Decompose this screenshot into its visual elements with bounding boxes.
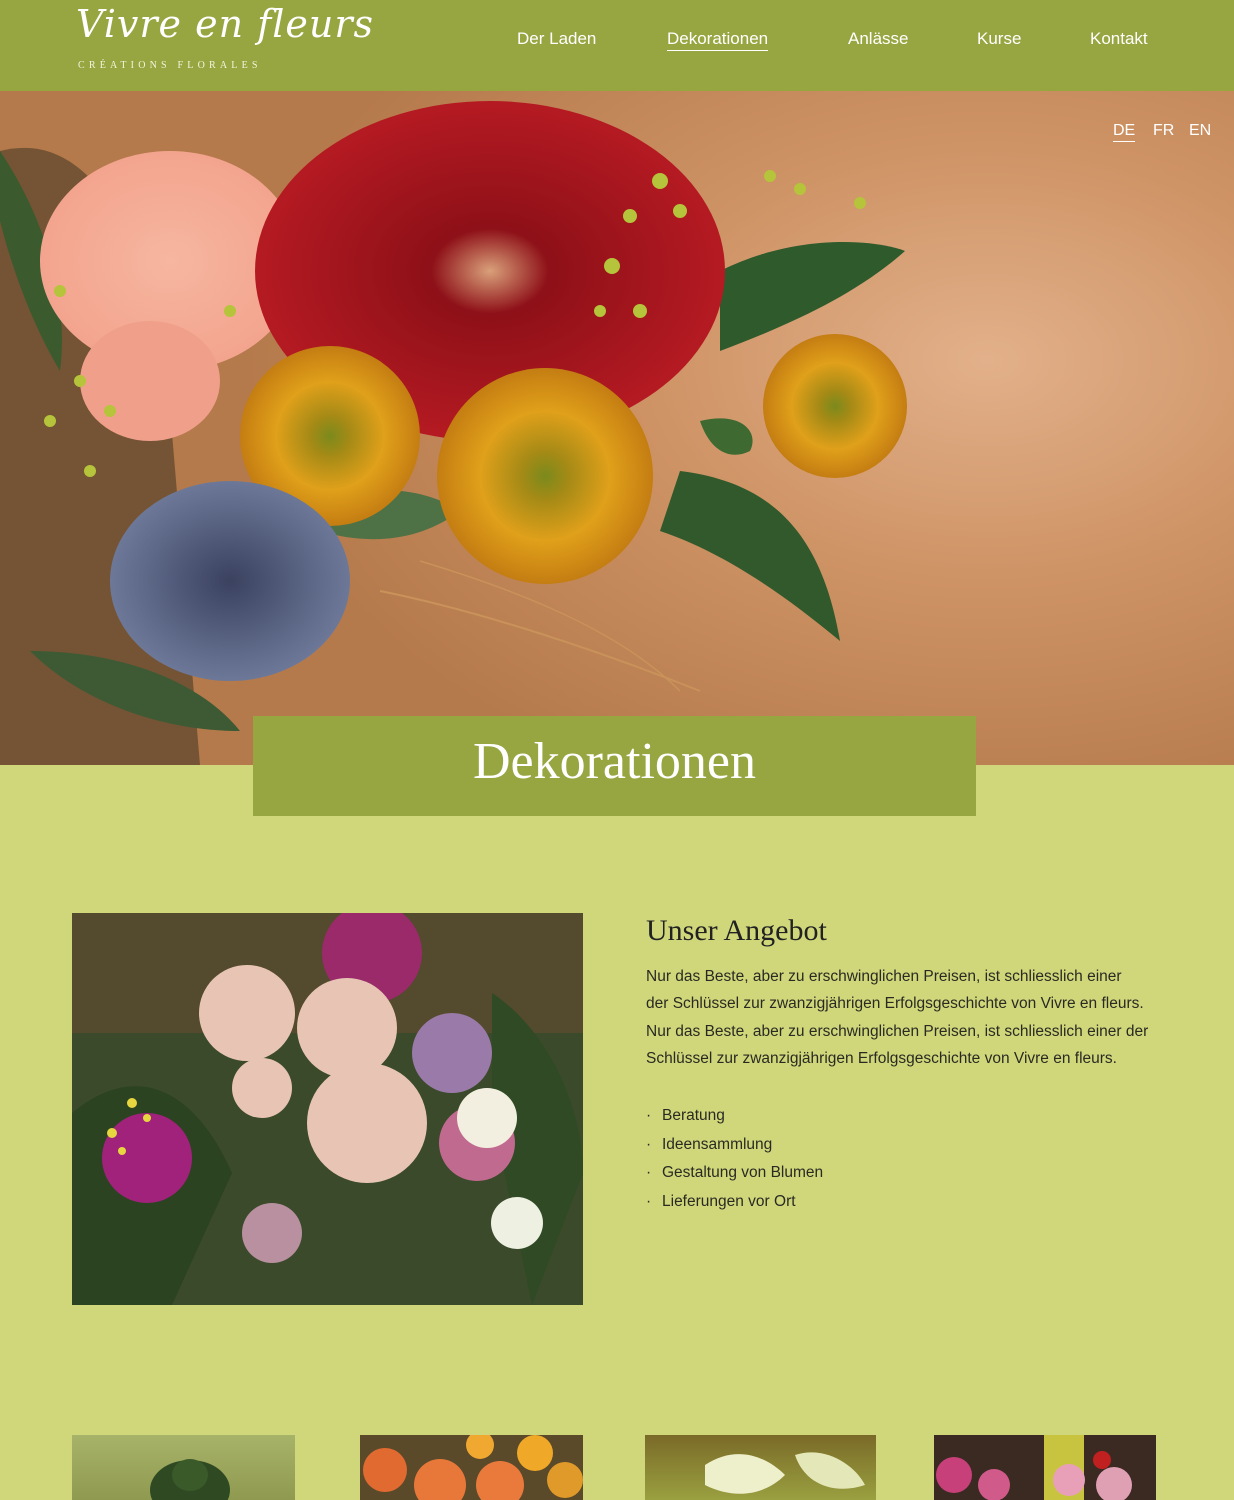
lang-de[interactable]: DE (1113, 122, 1136, 142)
offer-paragraph-line: der Schlüssel zur zwanzigjährigen Erfolg… (646, 995, 1144, 1013)
hero-image (0, 91, 1234, 765)
list-item: Gestaltung von Blumen (646, 1159, 823, 1188)
plant-illustration (150, 1459, 230, 1500)
lang-fr[interactable]: FR (1153, 122, 1174, 140)
orange-roses-illustration (363, 1435, 583, 1500)
offer-paragraph-line: Schlüssel zur zwanzigjährigen Erfolgsges… (646, 1050, 1117, 1068)
offer-title: Unser Angebot (646, 914, 827, 947)
offer-paragraph: Nur das Beste, aber zu erschwinglichen P… (646, 963, 1166, 1073)
lang-en[interactable]: EN (1189, 122, 1211, 140)
logo-wordmark: Vivre en fleurs (76, 2, 375, 46)
list-item: Ideensammlung (646, 1131, 823, 1160)
pink-flowers-illustration (936, 1435, 1132, 1500)
site-header: Vivre en fleurs CRÉATIONS FLORALES Der L… (0, 0, 1234, 91)
offer-paragraph-line: Nur das Beste, aber zu erschwinglichen P… (646, 968, 1122, 985)
offer-list: Beratung Ideensammlung Gestaltung von Bl… (646, 1102, 823, 1216)
page-title-banner: Dekorationen (253, 716, 976, 816)
hero-bouquet-illustration (0, 101, 907, 765)
decoration-photo (72, 913, 583, 1305)
offer-paragraph-line: Nur das Beste, aber zu erschwinglichen P… (646, 1022, 1149, 1040)
nav-kontakt[interactable]: Kontakt (1090, 29, 1148, 49)
nav-kurse[interactable]: Kurse (977, 29, 1021, 49)
white-lily-illustration (705, 1452, 865, 1494)
gallery-thumbnail[interactable] (645, 1435, 876, 1500)
nav-der-laden[interactable]: Der Laden (517, 29, 596, 49)
site-logo[interactable]: Vivre en fleurs CRÉATIONS FLORALES (76, 2, 373, 76)
gallery-thumbnail[interactable] (360, 1435, 583, 1500)
list-item: Beratung (646, 1102, 823, 1131)
list-item: Lieferungen vor Ort (646, 1188, 823, 1217)
page-title: Dekorationen (472, 733, 756, 790)
logo-tagline: CRÉATIONS FLORALES (78, 60, 262, 71)
nav-anlaesse[interactable]: Anlässe (848, 29, 908, 49)
gallery-thumbnail[interactable] (72, 1435, 295, 1500)
rose-bouquet-illustration (72, 913, 583, 1305)
nav-dekorationen[interactable]: Dekorationen (667, 29, 769, 51)
gallery-thumbnail[interactable] (934, 1435, 1156, 1500)
